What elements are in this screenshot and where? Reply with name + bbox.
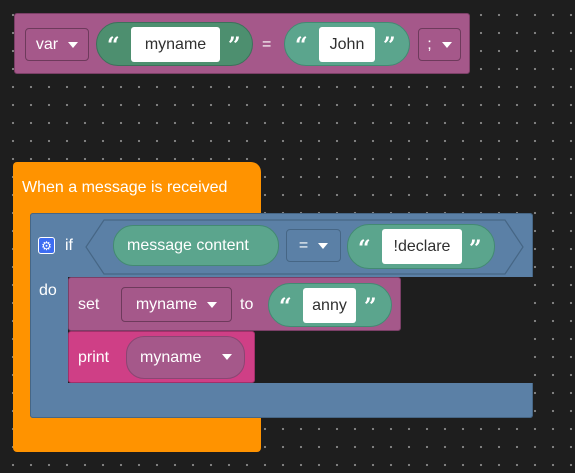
- close-quote-icon: ”: [469, 236, 482, 262]
- operator-dropdown[interactable]: =: [286, 229, 341, 262]
- set-variable-dropdown[interactable]: myname: [121, 287, 232, 322]
- do-label: do: [39, 282, 57, 299]
- var-keyword-label: var: [35, 35, 59, 53]
- open-quote-icon: “: [358, 236, 371, 262]
- open-quote-icon: “: [279, 294, 292, 320]
- terminator-label: ;: [427, 35, 432, 53]
- if-label: if: [65, 237, 73, 254]
- if-block-bottom-arm: [30, 383, 533, 418]
- caret-down-icon[interactable]: [222, 354, 232, 360]
- print-label: print: [78, 349, 110, 366]
- caret-down-icon: [207, 301, 218, 308]
- message-content-label: message content: [127, 237, 249, 254]
- close-quote-icon: ”: [364, 294, 377, 320]
- print-variable-label: myname: [140, 349, 202, 366]
- terminator-dropdown[interactable]: ;: [418, 28, 461, 61]
- open-quote-icon: “: [107, 33, 120, 59]
- close-quote-icon: ”: [383, 33, 396, 59]
- equals-label: =: [262, 36, 272, 53]
- close-quote-icon: ”: [228, 33, 241, 59]
- compare-text-field[interactable]: !declare: [382, 229, 462, 264]
- caret-down-icon: [318, 242, 329, 249]
- var-value-field[interactable]: John: [319, 27, 375, 62]
- set-variable-label: myname: [135, 295, 198, 313]
- set-label: set: [78, 296, 100, 313]
- var-keyword-dropdown[interactable]: var: [25, 28, 89, 61]
- to-label: to: [240, 296, 254, 313]
- open-quote-icon: “: [295, 33, 308, 59]
- set-value-field[interactable]: anny: [303, 288, 356, 323]
- caret-down-icon: [441, 41, 452, 48]
- operator-label: =: [298, 236, 309, 254]
- event-label: When a message is received: [22, 179, 228, 196]
- var-name-field[interactable]: myname: [131, 27, 220, 62]
- caret-down-icon: [68, 41, 79, 48]
- gear-icon[interactable]: ⚙: [38, 237, 55, 254]
